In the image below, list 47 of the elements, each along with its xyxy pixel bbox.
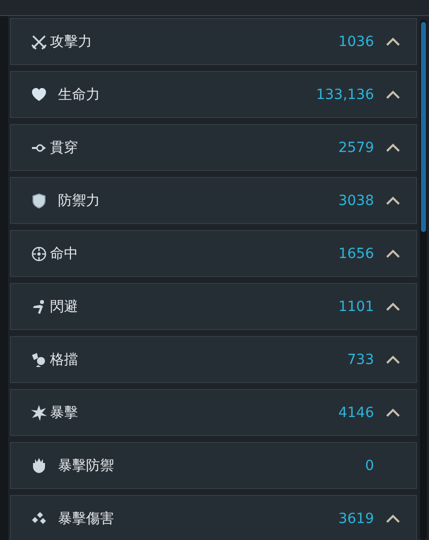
- chevron-up-icon[interactable]: [386, 36, 400, 46]
- stat-row[interactable]: 貫穿 2579: [10, 124, 417, 171]
- chevron-up-icon[interactable]: [386, 90, 400, 100]
- stat-value: 0: [365, 458, 374, 474]
- chevron-up-icon[interactable]: [386, 408, 400, 418]
- stat-value: 133,136: [316, 86, 374, 102]
- stat-value: 3038: [338, 192, 374, 208]
- chevron-up-icon[interactable]: [386, 514, 400, 524]
- stat-value: 1656: [338, 246, 374, 262]
- stat-label: 命中: [50, 244, 79, 262]
- stat-value: 3619: [338, 510, 374, 526]
- runner-icon: [31, 298, 47, 314]
- chevron-up-icon[interactable]: [386, 196, 400, 206]
- stat-row[interactable]: 暴擊防禦 0: [10, 442, 417, 489]
- stat-label: 生命力: [58, 86, 101, 104]
- stat-row[interactable]: 暴擊傷害 3619: [10, 495, 417, 540]
- stat-label: 暴擊傷害: [58, 510, 115, 528]
- stat-row[interactable]: 格擋 733: [10, 336, 417, 383]
- stat-label: 格擋: [50, 350, 79, 368]
- stat-row[interactable]: 暴擊 4146: [10, 389, 417, 436]
- stat-row[interactable]: 命中 1656: [10, 230, 417, 277]
- stat-row[interactable]: 攻擊力 1036: [10, 18, 417, 65]
- crosshair-icon: [31, 246, 47, 262]
- stat-label: 暴擊: [50, 404, 79, 422]
- stat-label: 防禦力: [58, 192, 101, 210]
- chevron-up-icon[interactable]: [386, 142, 400, 152]
- swords-icon: [31, 34, 47, 50]
- chevron-up-icon[interactable]: [386, 302, 400, 312]
- scrollbar-thumb[interactable]: [421, 22, 426, 232]
- stat-label: 閃避: [50, 298, 79, 316]
- chevron-up-icon[interactable]: [386, 354, 400, 364]
- stat-value: 4146: [338, 404, 374, 420]
- stat-row[interactable]: 閃避 1101: [10, 283, 417, 330]
- shield-icon: [31, 192, 47, 208]
- stat-value: 1036: [338, 34, 374, 50]
- stat-label: 暴擊防禦: [58, 456, 115, 474]
- heart-icon: [31, 86, 47, 102]
- stat-label: 攻擊力: [50, 32, 93, 50]
- chevron-up-icon[interactable]: [386, 248, 400, 258]
- stat-row[interactable]: 生命力 133,136: [10, 71, 417, 118]
- stat-value: 1101: [338, 298, 374, 314]
- stat-value: 733: [347, 352, 374, 368]
- scrollbar-track[interactable]: [420, 20, 427, 540]
- stat-row[interactable]: 防禦力 3038: [10, 177, 417, 224]
- stat-label: 貫穿: [50, 138, 79, 156]
- stat-value: 2579: [338, 140, 374, 156]
- burst-icon: [31, 404, 47, 420]
